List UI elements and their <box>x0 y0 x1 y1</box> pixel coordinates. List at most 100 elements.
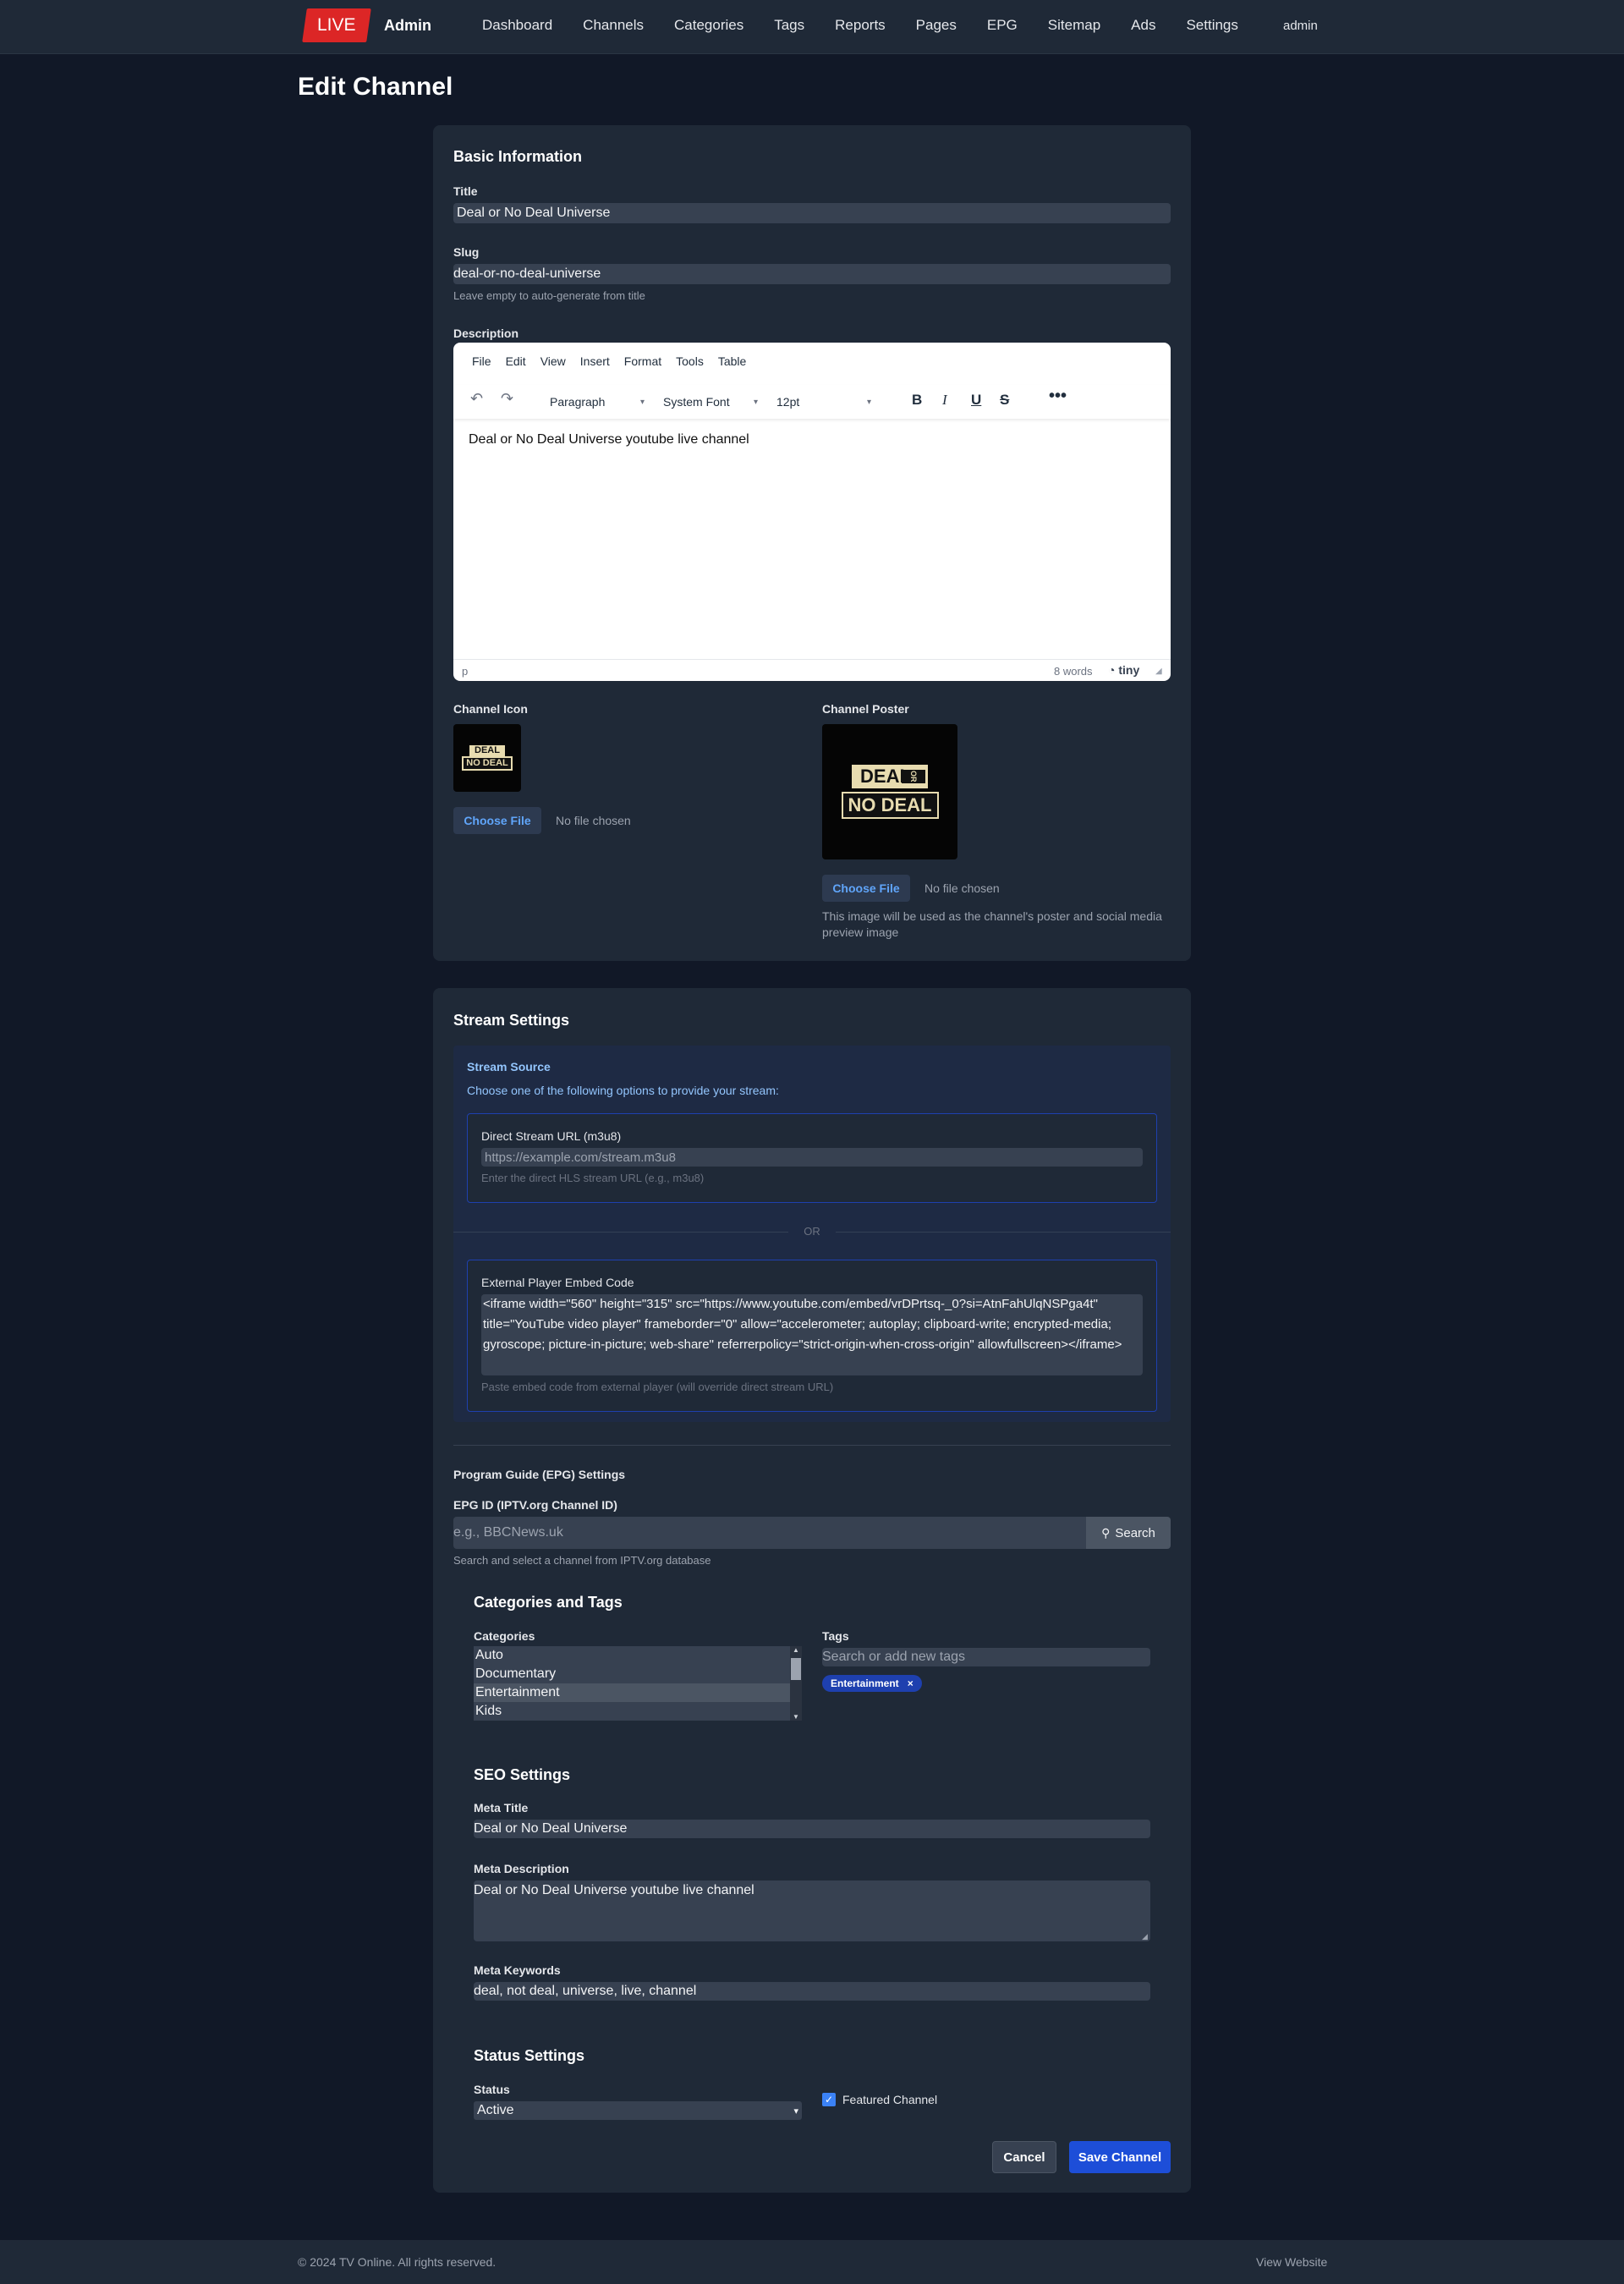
page-title: Edit Channel <box>298 73 453 101</box>
more-icon[interactable]: ••• <box>1049 387 1067 406</box>
meta-description-label: Meta Description <box>474 1862 569 1875</box>
nav-link-dashboard[interactable]: Dashboard <box>482 17 552 34</box>
icon-choose-file-button[interactable]: Choose File <box>453 807 541 834</box>
user-menu[interactable]: admin <box>1283 19 1318 33</box>
nav-link-channels[interactable]: Channels <box>583 17 644 34</box>
cancel-button[interactable]: Cancel <box>992 2141 1056 2173</box>
category-option[interactable]: Auto <box>474 1646 802 1665</box>
live-logo-text: LIVE <box>317 15 356 35</box>
seo-heading: SEO Settings <box>474 1766 571 1783</box>
category-option-selected[interactable]: Entertainment <box>474 1683 802 1702</box>
poster-choose-file-button[interactable]: Choose File <box>822 875 910 902</box>
title-input[interactable] <box>453 203 1171 223</box>
featured-checkbox[interactable]: ✓ <box>822 2093 836 2106</box>
meta-description-textarea[interactable]: Deal or No Deal Universe youtube live ch… <box>474 1880 1150 1941</box>
epg-id-label: EPG ID (IPTV.org Channel ID) <box>453 1498 617 1512</box>
nav-link-ads[interactable]: Ads <box>1131 17 1155 34</box>
nav-link-epg[interactable]: EPG <box>987 17 1018 34</box>
tags-label: Tags <box>822 1629 849 1643</box>
menu-insert[interactable]: Insert <box>580 354 610 368</box>
footer-copyright: © 2024 TV Online. All rights reserved. <box>298 2255 497 2269</box>
epg-search-button[interactable]: ⚲ Search <box>1086 1517 1171 1549</box>
remove-tag-icon[interactable]: × <box>908 1677 914 1689</box>
block-format-select[interactable]: Paragraph ▾ <box>545 392 650 412</box>
redo-icon[interactable]: ↷ <box>501 390 513 408</box>
direct-stream-label: Direct Stream URL (m3u8) <box>481 1129 622 1143</box>
deal-or-no-deal-logo-large: DEAL OR NO DEAL <box>841 765 939 819</box>
nav-links: Dashboard Channels Categories Tags Repor… <box>482 17 1269 34</box>
direct-stream-input[interactable] <box>481 1148 1143 1167</box>
undo-icon[interactable]: ↶ <box>470 390 483 408</box>
direct-stream-option: Direct Stream URL (m3u8) Enter the direc… <box>467 1113 1157 1203</box>
channel-poster-label: Channel Poster <box>822 702 909 716</box>
menu-file[interactable]: File <box>472 354 491 368</box>
logo-deal: DEAL OR <box>852 765 928 788</box>
logo-no-deal: NO DEAL <box>462 756 513 771</box>
epg-hint: Search and select a channel from IPTV.or… <box>453 1554 711 1567</box>
scroll-down-icon[interactable]: ▼ <box>793 1713 799 1721</box>
brand-title[interactable]: Admin <box>384 17 431 35</box>
categories-listbox[interactable]: Auto Documentary Entertainment Kids ▲ ▼ <box>474 1646 802 1721</box>
nav-link-pages[interactable]: Pages <box>916 17 957 34</box>
word-count[interactable]: 8 words <box>1054 665 1093 678</box>
tags-input[interactable] <box>822 1648 1150 1666</box>
bold-icon[interactable]: B <box>912 392 922 409</box>
slug-input[interactable] <box>453 264 1171 284</box>
tag-chip: Entertainment × <box>822 1675 922 1692</box>
menu-format[interactable]: Format <box>624 354 661 368</box>
live-logo[interactable]: LIVE <box>302 8 371 42</box>
scrollbar-thumb[interactable] <box>791 1658 801 1680</box>
stream-source-box: Stream Source Choose one of the followin… <box>453 1046 1171 1422</box>
menu-view[interactable]: View <box>540 354 566 368</box>
editor-content[interactable]: Deal or No Deal Universe youtube live ch… <box>469 432 749 447</box>
strikethrough-icon[interactable]: S <box>1000 392 1009 409</box>
editor-menubar: File Edit View Insert Format Tools Table <box>472 354 760 368</box>
logo-or: OR <box>901 770 925 783</box>
font-family-select[interactable]: System Font ▾ <box>658 392 763 412</box>
slug-label: Slug <box>453 245 480 259</box>
category-option[interactable]: Documentary <box>474 1665 802 1683</box>
underline-icon[interactable]: U <box>971 392 981 409</box>
rich-text-editor[interactable]: File Edit View Insert Format Tools Table… <box>453 343 1171 681</box>
scroll-up-icon[interactable]: ▲ <box>793 1646 799 1654</box>
featured-label[interactable]: Featured Channel <box>842 2093 937 2106</box>
listbox-scrollbar[interactable]: ▲ ▼ <box>790 1646 802 1721</box>
resize-handle-icon[interactable]: ◢ <box>1142 1932 1148 1941</box>
nav-link-settings[interactable]: Settings <box>1186 17 1237 34</box>
meta-keywords-input[interactable] <box>474 1982 1150 2001</box>
resize-handle-icon[interactable]: ◢ <box>1155 667 1162 676</box>
epg-heading: Program Guide (EPG) Settings <box>453 1468 626 1481</box>
logo-no-deal: NO DEAL <box>841 792 939 819</box>
category-option[interactable]: Kids <box>474 1702 802 1721</box>
nav-link-tags[interactable]: Tags <box>774 17 804 34</box>
nav-link-categories[interactable]: Categories <box>674 17 743 34</box>
menu-tools[interactable]: Tools <box>676 354 704 368</box>
font-size-select[interactable]: 12pt ▾ <box>771 392 876 412</box>
menu-table[interactable]: Table <box>718 354 746 368</box>
meta-keywords-label: Meta Keywords <box>474 1963 561 1977</box>
chevron-down-icon: ▾ <box>866 397 871 407</box>
poster-hint: This image will be used as the channel's… <box>822 909 1162 939</box>
section-divider <box>453 1445 1171 1446</box>
tiny-icon: ◔ <box>1108 663 1116 677</box>
status-heading: Status Settings <box>474 2047 585 2064</box>
embed-code-textarea[interactable]: <iframe width="560" height="315" src="ht… <box>481 1294 1143 1375</box>
description-label: Description <box>453 327 519 340</box>
view-website-link[interactable]: View Website <box>1256 2255 1327 2269</box>
tiny-brand: tiny <box>1118 663 1140 677</box>
chevron-down-icon: ▾ <box>639 397 645 407</box>
meta-title-input[interactable] <box>474 1820 1150 1838</box>
deal-or-no-deal-logo-small: DEAL NO DEAL <box>462 745 513 771</box>
nav-link-sitemap[interactable]: Sitemap <box>1048 17 1100 34</box>
nav-link-reports[interactable]: Reports <box>835 17 886 34</box>
status-select[interactable]: Active ▾ <box>474 2101 802 2120</box>
italic-icon[interactable]: I <box>942 392 947 409</box>
epg-id-input[interactable] <box>453 1517 1086 1549</box>
icon-no-file-text: No file chosen <box>556 814 631 827</box>
editor-element-path[interactable]: p <box>462 665 468 678</box>
chevron-down-icon: ▾ <box>753 397 758 407</box>
save-channel-button[interactable]: Save Channel <box>1069 2141 1171 2173</box>
categories-label: Categories <box>474 1629 535 1643</box>
font-family-value: System Font <box>663 395 730 409</box>
menu-edit[interactable]: Edit <box>506 354 526 368</box>
